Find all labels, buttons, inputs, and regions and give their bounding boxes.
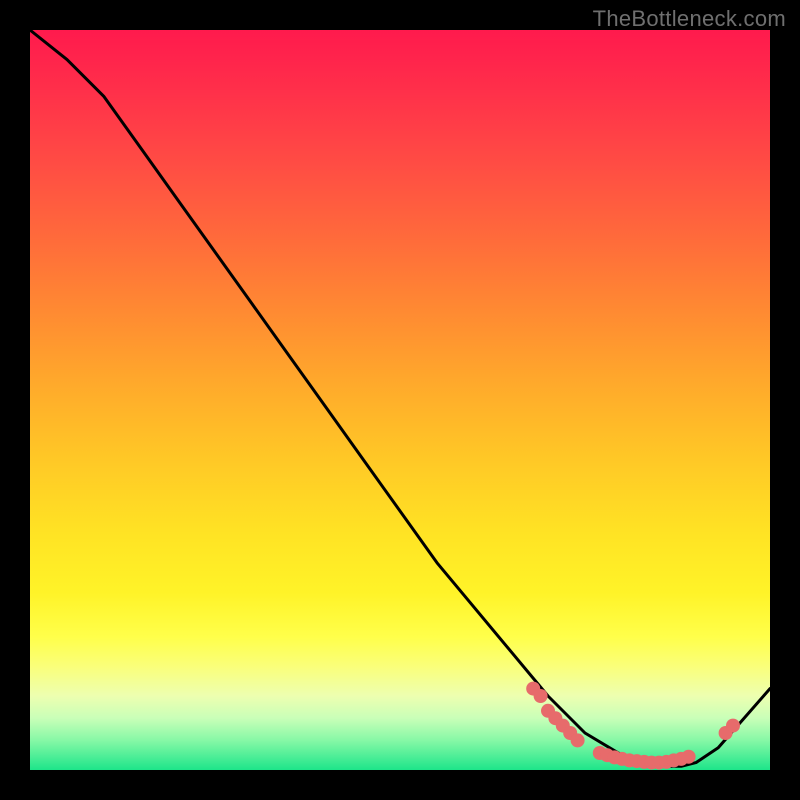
chart-frame: TheBottleneck.com bbox=[0, 0, 800, 800]
curve-layer bbox=[30, 30, 770, 770]
gradient-plot-area bbox=[30, 30, 770, 770]
highlight-dot bbox=[726, 719, 740, 733]
highlight-dot bbox=[571, 733, 585, 747]
highlight-dot bbox=[534, 689, 548, 703]
highlight-dot bbox=[682, 750, 696, 764]
bottleneck-curve bbox=[30, 30, 770, 766]
watermark-text: TheBottleneck.com bbox=[593, 6, 786, 32]
